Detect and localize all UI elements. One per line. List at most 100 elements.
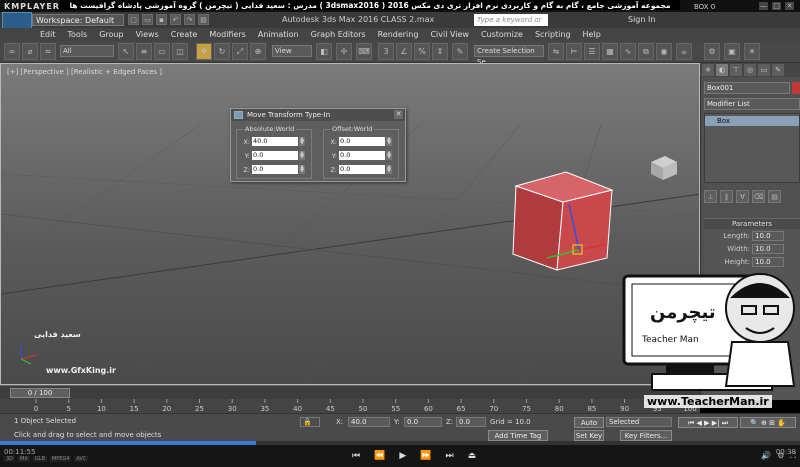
menu-animation[interactable]: Animation	[252, 28, 305, 41]
modify-tab-icon[interactable]: ◐	[716, 64, 728, 76]
off-z-spinner[interactable]: ▲ ▼	[386, 165, 392, 174]
render-setup-icon[interactable]: ⚙	[704, 43, 720, 60]
off-x-field[interactable]: 0.0	[339, 137, 385, 146]
mirror-icon[interactable]: ⇋	[548, 43, 564, 60]
tag-3d[interactable]: 3D	[4, 456, 16, 462]
render-icon[interactable]: ☕	[676, 43, 692, 60]
project-icon[interactable]: ▤	[198, 14, 209, 25]
menu-modifiers[interactable]: Modifiers	[203, 28, 252, 41]
rect-select-icon[interactable]: ▭	[154, 43, 170, 60]
unlink-icon[interactable]: ⌀	[22, 43, 38, 60]
save-icon[interactable]: ▪	[156, 14, 167, 25]
move-transform-dialog[interactable]: Move Transform Type-In ✕ Absolute:World …	[230, 108, 406, 182]
abs-z-field[interactable]: 0.0	[252, 165, 298, 174]
new-icon[interactable]: □	[128, 14, 139, 25]
seek-bar[interactable]	[0, 441, 800, 445]
percent-snap-icon[interactable]: %	[414, 43, 430, 60]
off-x-spinner[interactable]: ▲ ▼	[386, 137, 392, 146]
sign-in-link[interactable]: Sign In	[628, 15, 655, 24]
play-button[interactable]: ▶	[399, 451, 406, 461]
named-selection-dropdown[interactable]: Create Selection Se	[474, 45, 544, 66]
select-scale-icon[interactable]: ⤢	[232, 43, 248, 60]
maximize-button[interactable]: □	[772, 2, 781, 10]
configure-sets-icon[interactable]: ▤	[768, 190, 781, 203]
edit-named-sel-icon[interactable]: ✎	[452, 43, 468, 60]
forward-button[interactable]: ⏩	[420, 451, 431, 461]
playback-controls[interactable]: ⏮ ◀ ▶ ▶| ⏭	[678, 417, 738, 428]
pin-stack-icon[interactable]: ⊥	[704, 190, 717, 203]
dialog-title-bar[interactable]: Move Transform Type-In ✕	[231, 109, 405, 121]
modifier-list-dropdown[interactable]: Modifier List	[704, 98, 800, 110]
fullscreen-icon[interactable]: ⛶	[790, 451, 796, 461]
tag-mx[interactable]: MX	[18, 456, 30, 462]
parameters-title[interactable]: Parameters	[704, 219, 800, 229]
x-coord-field[interactable]: 40.0	[348, 417, 390, 427]
abs-y-spinner[interactable]: ▲ ▼	[299, 151, 305, 160]
select-rotate-icon[interactable]: ↻	[214, 43, 230, 60]
ref-coord-dropdown[interactable]: View	[272, 45, 312, 57]
volume-icon[interactable]: 🔊	[761, 451, 771, 461]
add-time-tag-button[interactable]: Add Time Tag	[488, 430, 548, 441]
window-crossing-icon[interactable]: ◫	[172, 43, 188, 60]
prev-button[interactable]: ⏮	[352, 451, 360, 461]
pivot-icon[interactable]: ◧	[316, 43, 332, 60]
menu-help[interactable]: Help	[577, 28, 607, 41]
menu-scripting[interactable]: Scripting	[529, 28, 577, 41]
schematic-icon[interactable]: ⧉	[638, 43, 654, 60]
place-icon[interactable]: ⊕	[250, 43, 266, 60]
curve-editor-icon[interactable]: ∿	[620, 43, 636, 60]
workspace-dropdown[interactable]: Workspace: Default	[32, 14, 124, 26]
abs-x-field[interactable]: 40.0	[252, 137, 298, 146]
param-length-field[interactable]: 10.0	[752, 230, 784, 241]
auto-key-button[interactable]: Auto Key	[574, 417, 604, 437]
menu-group[interactable]: Group	[93, 28, 129, 41]
abs-z-spinner[interactable]: ▲ ▼	[299, 165, 305, 174]
undo-icon[interactable]: ↶	[170, 14, 181, 25]
menu-edit[interactable]: Edit	[34, 28, 62, 41]
param-width-field[interactable]: 10.0	[752, 243, 784, 254]
menu-civil-view[interactable]: Civil View	[424, 28, 475, 41]
utilities-tab-icon[interactable]: ✎	[772, 64, 784, 76]
keyboard-shortcut-icon[interactable]: ⌨	[356, 43, 372, 60]
dialog-close-icon[interactable]: ✕	[394, 110, 403, 119]
time-slider-thumb[interactable]: 0 / 100	[10, 388, 70, 398]
bind-spacewarp-icon[interactable]: ≈	[40, 43, 56, 60]
close-button[interactable]: ✕	[785, 2, 794, 10]
select-move-icon[interactable]: ✥	[196, 43, 212, 60]
abs-x-spinner[interactable]: ▲ ▼	[299, 137, 305, 146]
tag-mpeg4[interactable]: MPEG4	[49, 456, 72, 462]
menu-graph-editors[interactable]: Graph Editors	[305, 28, 372, 41]
search-input[interactable]: Type a keyword or phrase	[474, 14, 548, 36]
motion-tab-icon[interactable]: ◎	[744, 64, 756, 76]
box001-side-face[interactable]	[556, 189, 613, 271]
link-icon[interactable]: ∞	[4, 43, 20, 60]
create-tab-icon[interactable]: ✳	[702, 64, 714, 76]
redo-icon[interactable]: ↷	[184, 14, 195, 25]
render-production-icon[interactable]: ☀	[744, 43, 760, 60]
object-name-field[interactable]: Box001	[704, 82, 790, 94]
display-tab-icon[interactable]: ▭	[758, 64, 770, 76]
viewport-label[interactable]: [+] [Perspective ] [Realistic + Edged Fa…	[7, 68, 162, 76]
viewport-nav-controls[interactable]: 🔍 ⊕ ⊞ ✋	[740, 417, 796, 428]
make-unique-icon[interactable]: ∀	[736, 190, 749, 203]
material-editor-icon[interactable]: ◉	[656, 43, 672, 60]
off-z-field[interactable]: 0.0	[339, 165, 385, 174]
tag-avc[interactable]: AVC	[74, 456, 89, 462]
eject-button[interactable]: ⏏	[468, 451, 477, 461]
next-button[interactable]: ⏭	[445, 451, 453, 461]
menu-rendering[interactable]: Rendering	[372, 28, 425, 41]
time-slider[interactable]: 0 / 100	[0, 385, 700, 399]
menu-tools[interactable]: Tools	[62, 28, 94, 41]
select-object-icon[interactable]: ↖	[118, 43, 134, 60]
off-y-field[interactable]: 0.0	[339, 151, 385, 160]
track-bar[interactable]: 0 5 10 15 20 25 30 35 40 45 50 55 60 65 70 75 80 85 90 95 10…	[0, 399, 700, 413]
settings-icon[interactable]: ⚙	[777, 451, 784, 461]
menu-create[interactable]: Create	[165, 28, 204, 41]
y-coord-field[interactable]: 0.0	[404, 417, 442, 427]
abs-y-field[interactable]: 0.0	[252, 151, 298, 160]
ribbon-icon[interactable]: ▦	[602, 43, 618, 60]
stack-item-box[interactable]: Box	[705, 116, 799, 126]
show-end-result-icon[interactable]: ∥	[720, 190, 733, 203]
menu-views[interactable]: Views	[130, 28, 165, 41]
set-key-button[interactable]: Set Key	[574, 430, 604, 441]
